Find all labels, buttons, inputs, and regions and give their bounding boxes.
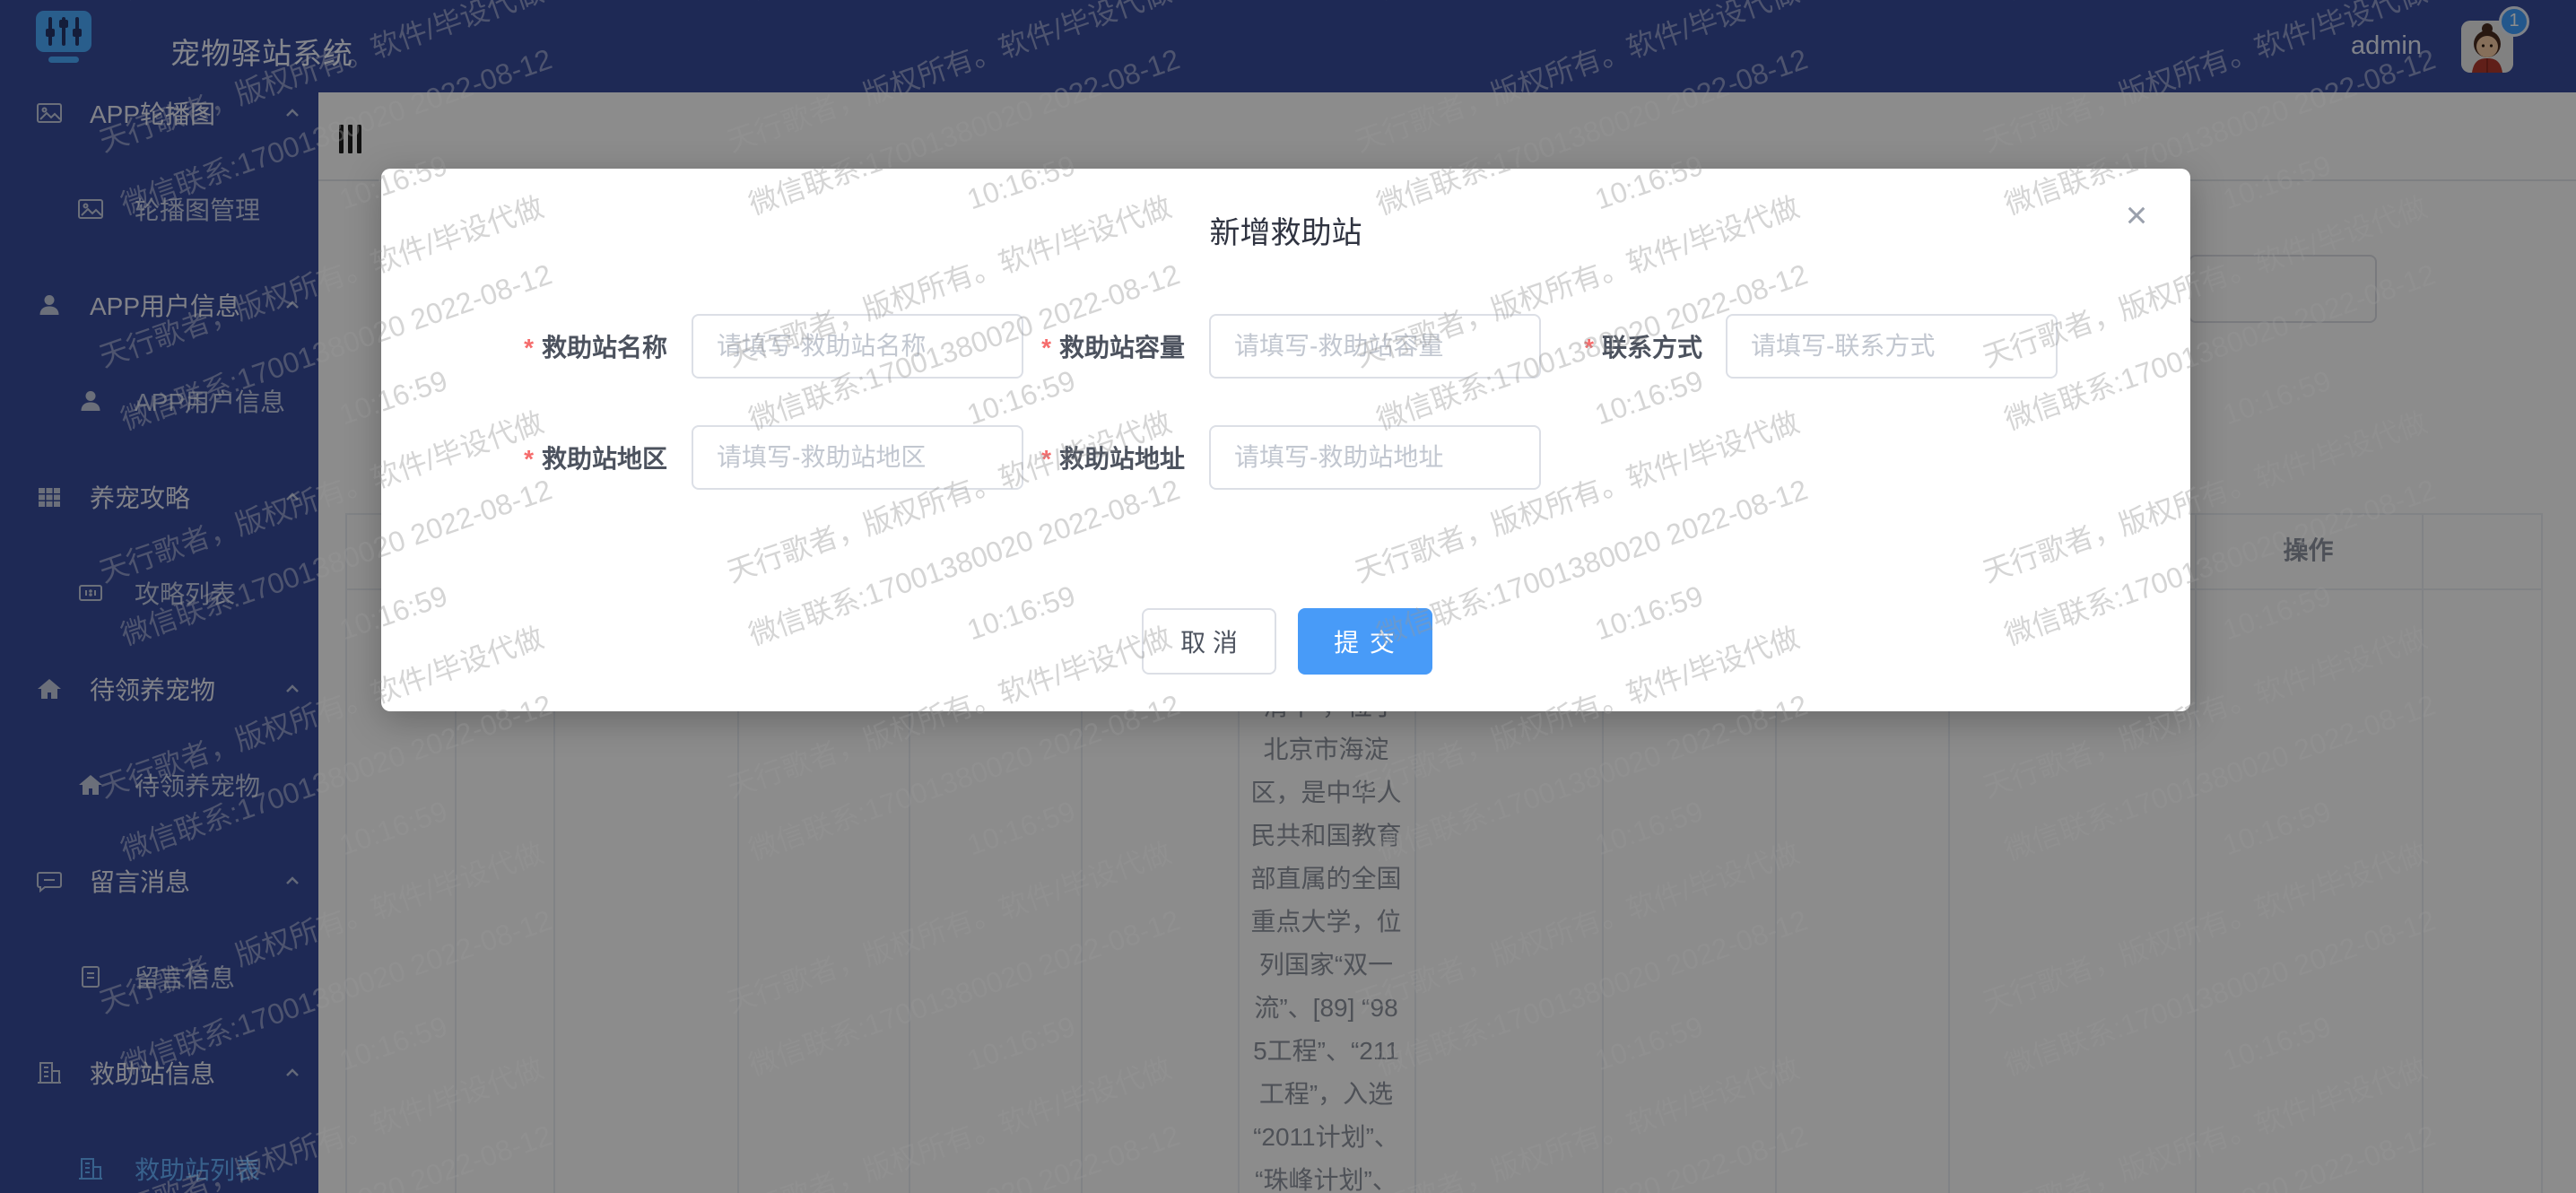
contact-label: * 联系方式 [1584, 334, 1702, 361]
station-capacity-label: * 救助站容量 [1041, 334, 1185, 361]
station-address-label: * 救助站地址 [1041, 445, 1185, 473]
required-asterisk: * [524, 445, 534, 473]
add-station-dialog: 新增救助站 × *救助站名称 *救助站容量 *联系方式 *救助站地区 *救助站地… [381, 169, 2190, 711]
cancel-button[interactable]: 取 消 [1142, 608, 1276, 675]
required-asterisk: * [1041, 334, 1051, 361]
contact-input[interactable] [1726, 314, 2058, 379]
required-asterisk: * [524, 334, 534, 361]
required-asterisk: * [1584, 334, 1594, 361]
station-address-input[interactable] [1209, 425, 1541, 490]
submit-button[interactable]: 提 交 [1298, 608, 1432, 675]
station-region-label: * 救助站地区 [524, 445, 667, 473]
station-name-label: * 救助站名称 [524, 334, 667, 361]
required-asterisk: * [1041, 445, 1051, 473]
close-icon[interactable]: × [2117, 196, 2156, 235]
dialog-title: 新增救助站 [1209, 216, 1362, 250]
